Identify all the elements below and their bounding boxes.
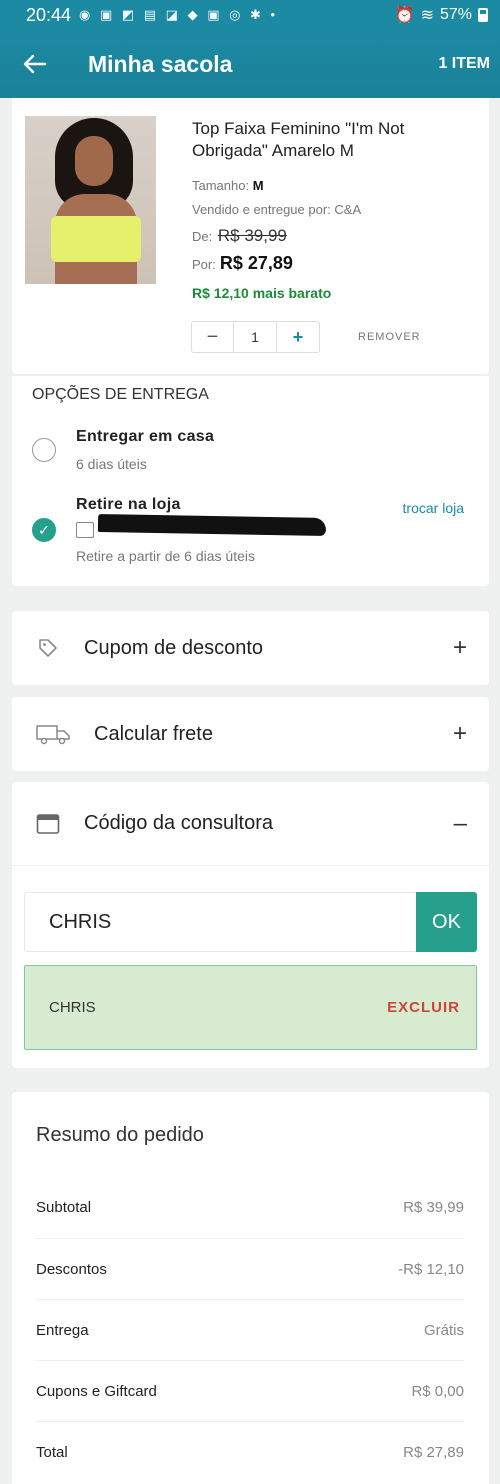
store-icon: [76, 522, 94, 538]
battery-icon: [478, 8, 488, 22]
status-bar: 20:44 ◉ ▣ ◩ ▤ ◪ ◆ ▣ ◎ ✱ • ⏰ ≋ 57%: [0, 0, 500, 30]
delivery-options: OPÇÕES DE ENTREGA Entregar em casa 6 dia…: [12, 376, 489, 586]
wifi-icon: ≋: [420, 7, 434, 24]
consultant-label: Código da consultora: [84, 812, 274, 834]
summary-row-coupons: Cupons e Giftcard R$ 0,00: [36, 1360, 464, 1421]
summary-row-discounts: Descontos -R$ 12,10: [36, 1238, 464, 1299]
summary-title: Resumo do pedido: [36, 1124, 204, 1146]
old-price: De: R$ 39,99: [192, 226, 287, 245]
store-pickup-title[interactable]: Retire na loja: [76, 496, 181, 514]
applied-code-banner: CHRIS EXCLUIR: [24, 965, 477, 1050]
system-icons: ⏰ ≋ 57%: [395, 5, 488, 25]
product-name[interactable]: Top Faixa Feminino "I'm Not Obrigada" Am…: [192, 118, 472, 162]
alarm-icon: ⏰: [394, 7, 415, 24]
coupon-label: Cupom de desconto: [84, 636, 264, 659]
applied-code: CHRIS: [49, 999, 96, 1016]
product-card: Top Faixa Feminino "I'm Not Obrigada" Am…: [12, 98, 489, 374]
back-button[interactable]: [0, 30, 70, 98]
status-time: 20:44: [26, 4, 72, 25]
notification-icons: ◉ ▣ ◩ ▤ ◪ ◆ ▣ ◎ ✱ •: [79, 7, 279, 22]
delete-code-button[interactable]: EXCLUIR: [387, 999, 460, 1016]
check-icon: ✓: [38, 522, 50, 538]
product-size: Tamanho: M: [192, 178, 264, 193]
decrease-quantity-button[interactable]: −: [192, 322, 234, 352]
consultant-code-input[interactable]: [24, 892, 416, 952]
quantity-value: 1: [234, 322, 277, 352]
quantity-stepper: − 1 +: [191, 321, 320, 353]
summary-row-total: Total R$ 27,89: [36, 1421, 464, 1482]
savings-text: R$ 12,10 mais barato: [192, 285, 332, 301]
shipping-label: Calcular frete: [94, 722, 213, 745]
increase-quantity-button[interactable]: +: [277, 322, 319, 352]
coupon-expand-icon[interactable]: +: [453, 634, 467, 662]
page-title: Minha sacola: [88, 50, 233, 77]
item-count: 1 ITEM: [438, 55, 490, 72]
consultant-collapse-icon[interactable]: –: [454, 810, 467, 838]
store-pickup-sub: Retire a partir de 6 dias úteis: [76, 548, 255, 564]
store-pickup-radio[interactable]: ✓: [32, 518, 56, 542]
home-delivery-title[interactable]: Entregar em casa: [76, 428, 214, 446]
tag-icon: [39, 639, 57, 657]
consultant-accordion-header[interactable]: Código da consultora –: [12, 782, 489, 866]
order-summary: Resumo do pedido Subtotal R$ 39,99 Desco…: [12, 1092, 489, 1484]
consultant-code-section: Código da consultora – OK CHRIS EXCLUIR: [12, 782, 489, 1068]
shipping-expand-icon[interactable]: +: [453, 720, 467, 748]
home-delivery-radio[interactable]: [32, 438, 56, 462]
change-store-link[interactable]: trocar loja: [403, 500, 464, 516]
app-bar: Minha sacola 1 ITEM: [0, 30, 500, 98]
truck-icon: [36, 725, 70, 745]
new-price: Por: R$ 27,89: [192, 253, 293, 273]
calendar-icon: [36, 813, 60, 834]
remove-button[interactable]: REMOVER: [358, 331, 421, 343]
summary-row-subtotal: Subtotal R$ 39,99: [36, 1199, 464, 1216]
delivery-heading: OPÇÕES DE ENTREGA: [32, 386, 209, 403]
redacted-store-name: [97, 514, 327, 536]
home-delivery-sub: 6 dias úteis: [76, 456, 147, 472]
battery-level: 57%: [439, 6, 472, 23]
coupon-accordion[interactable]: Cupom de desconto +: [12, 611, 489, 685]
arrow-left-icon: [23, 54, 47, 74]
summary-row-delivery: Entrega Grátis: [36, 1299, 464, 1360]
shipping-accordion[interactable]: Calcular frete +: [12, 697, 489, 771]
ok-button[interactable]: OK: [416, 892, 477, 952]
seller-info: Vendido e entregue por: C&A: [192, 202, 362, 217]
product-image[interactable]: [25, 116, 156, 284]
